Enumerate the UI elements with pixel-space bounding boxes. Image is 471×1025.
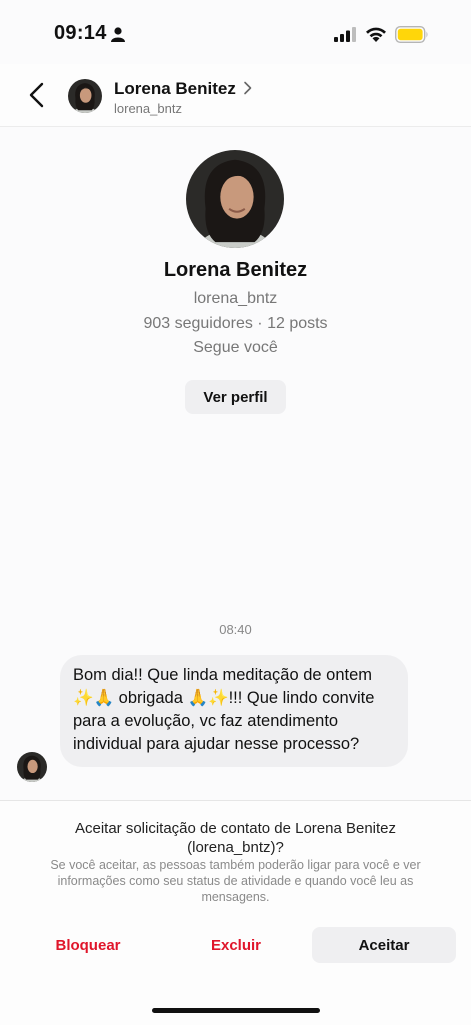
follows-you-label: Segue você (193, 339, 278, 356)
header-username: lorena_bntz (114, 101, 182, 116)
header-avatar[interactable] (68, 79, 102, 113)
status-bar: 09:14 (0, 0, 471, 64)
back-chevron-icon[interactable] (26, 82, 48, 108)
sender-avatar[interactable] (17, 752, 47, 782)
signal-icon (334, 27, 356, 42)
person-icon (111, 27, 125, 42)
message-request-panel: Aceitar solicitação de contato de Lorena… (0, 800, 471, 1025)
chat-header: Lorena Benitez lorena_bntz (0, 64, 471, 127)
status-time: 09:14 (54, 22, 107, 44)
accept-button[interactable]: Aceitar (312, 927, 456, 963)
message-timestamp: 08:40 (219, 622, 252, 637)
profile-name: Lorena Benitez (163, 259, 308, 281)
profile-stats: 903 seguidores · 12 posts (143, 315, 328, 332)
delete-button[interactable]: Excluir (196, 927, 276, 963)
request-title: Aceitar solicitação de contato de Lorena… (74, 820, 397, 856)
block-button[interactable]: Bloquear (42, 927, 134, 963)
request-subtitle: Se você aceitar, as pessoas também poder… (50, 858, 421, 904)
message-bubble[interactable]: Bom dia!! Que linda meditação de ontem ✨… (60, 655, 408, 767)
wifi-icon (366, 27, 386, 42)
view-profile-button[interactable]: Ver perfil (185, 380, 286, 414)
home-indicator[interactable] (152, 1008, 320, 1013)
battery-icon (395, 26, 428, 43)
header-name[interactable]: Lorena Benitez (114, 79, 236, 99)
profile-avatar[interactable] (186, 150, 284, 248)
profile-username: lorena_bntz (193, 290, 278, 307)
chevron-right-icon[interactable] (243, 81, 253, 95)
